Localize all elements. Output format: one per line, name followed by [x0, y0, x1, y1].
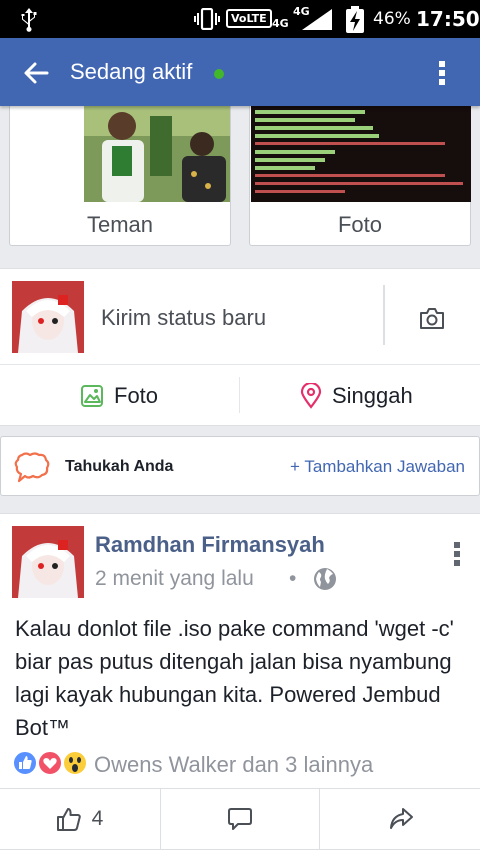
- status-bar: VoLTE . 4G 4G 46% 17:50: [0, 0, 480, 38]
- comment-button[interactable]: [160, 789, 320, 849]
- battery-charging-icon: [346, 6, 364, 33]
- reactions-summary[interactable]: [12, 748, 92, 778]
- network-type-1: . 4G: [272, 17, 289, 30]
- photos-shortcut[interactable]: Foto: [249, 106, 471, 246]
- comment-icon: [228, 808, 252, 830]
- post-text: Kalau donlot file .iso pake command 'wge…: [15, 616, 454, 740]
- friends-photo: [84, 106, 230, 202]
- post-options-icon[interactable]: [450, 540, 464, 568]
- meta-separator: •: [289, 567, 297, 590]
- share-icon: [389, 808, 413, 829]
- online-indicator: [214, 69, 224, 79]
- camera-icon[interactable]: [419, 306, 445, 330]
- friends-label: Teman: [86, 212, 154, 237]
- like-count: 4: [91, 807, 104, 830]
- app-header: Sedang aktif: [0, 38, 480, 106]
- divider: [0, 364, 480, 365]
- post-actions-bar: 4: [0, 788, 480, 850]
- usb-icon: [21, 8, 37, 32]
- like-button[interactable]: 4: [0, 789, 159, 849]
- photo-icon: [81, 385, 103, 407]
- status-prompt[interactable]: Kirim status baru: [101, 303, 266, 333]
- location-pin-icon: [300, 383, 322, 409]
- photo-button[interactable]: Foto: [80, 379, 158, 413]
- photo-button-label: Foto: [114, 383, 159, 408]
- status-composer: Kirim status baru Foto Singgah: [0, 268, 480, 426]
- avatar[interactable]: [12, 281, 84, 353]
- divider: [383, 285, 385, 345]
- avatar[interactable]: [12, 526, 84, 598]
- page-title: Sedang aktif: [70, 59, 193, 84]
- did-you-know-card: Tahukah Anda + Tambahkan Jawaban: [0, 436, 480, 496]
- more-vertical-icon[interactable]: [432, 58, 452, 88]
- reaction-names[interactable]: Owens Walker dan 3 lainnya: [94, 750, 373, 780]
- share-button[interactable]: [321, 789, 480, 849]
- back-arrow-icon[interactable]: [22, 60, 50, 86]
- like-reaction-icon: [12, 750, 38, 776]
- checkin-button-label: Singgah: [332, 383, 413, 408]
- photos-photo: [251, 106, 471, 202]
- checkin-button[interactable]: Singgah: [300, 379, 413, 413]
- vibrate-icon: [194, 8, 220, 30]
- globe-icon: [314, 568, 336, 590]
- feed-post: Ramdhan Firmansyah 2 menit yang lalu • K…: [0, 513, 480, 854]
- divider: [239, 377, 240, 413]
- thumbs-up-icon: [56, 808, 81, 831]
- speech-bubble-icon: [14, 452, 50, 483]
- friends-shortcut[interactable]: Teman: [9, 106, 231, 246]
- post-author[interactable]: Ramdhan Firmansyah: [95, 530, 325, 560]
- battery-percent: 46%: [373, 9, 411, 29]
- volte-indicator: VoLTE: [226, 9, 272, 28]
- clock: 17:50: [416, 7, 480, 31]
- wow-reaction-icon: [62, 750, 88, 776]
- post-timestamp[interactable]: 2 menit yang lalu: [95, 564, 254, 594]
- did-you-know-label: Tahukah Anda: [65, 458, 174, 475]
- photos-label: Foto: [337, 212, 383, 237]
- love-reaction-icon: [37, 750, 63, 776]
- signal-icon: [302, 9, 332, 30]
- add-answer-link[interactable]: + Tambahkan Jawaban: [290, 455, 465, 479]
